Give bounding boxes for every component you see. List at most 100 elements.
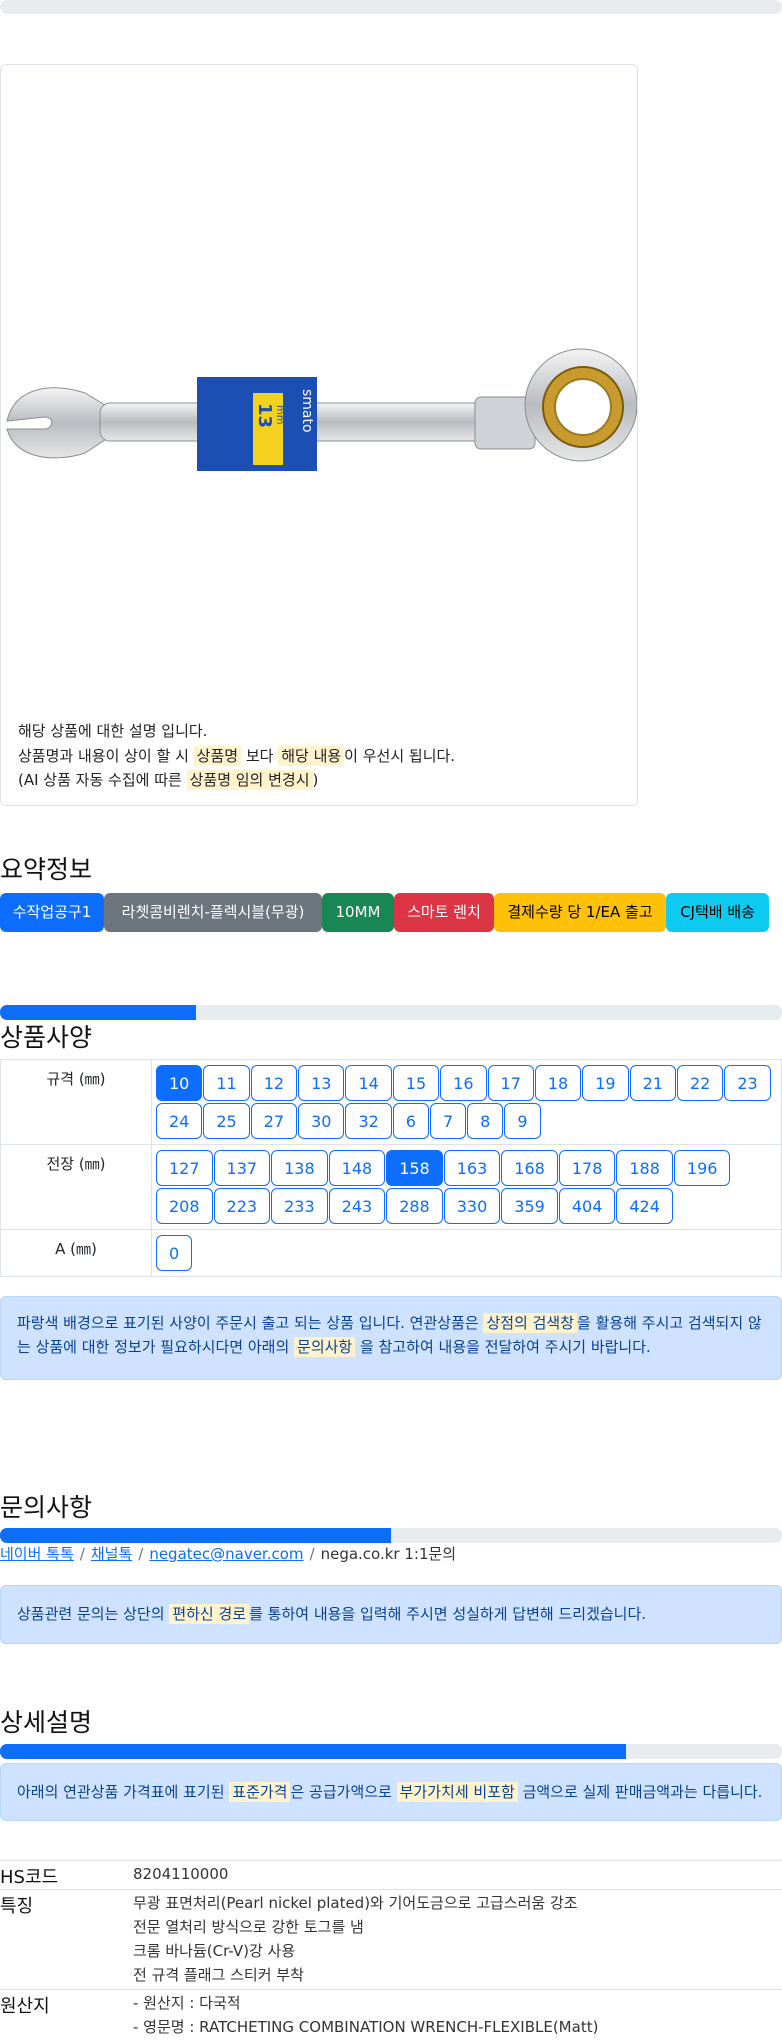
spec-option-button[interactable]: 30	[298, 1103, 344, 1139]
email-link[interactable]: negatec@naver.com	[149, 1545, 303, 1563]
detail-value-line: - 원산지 : 다국적	[133, 1991, 782, 2015]
spec-notice: 파랑색 배경으로 표기된 사양이 주문시 출고 되는 상품 입니다. 연관상품은…	[0, 1296, 782, 1380]
spec-option-button[interactable]: 127	[156, 1150, 213, 1186]
spec-option-button[interactable]: 148	[329, 1150, 386, 1186]
notice-highlight: 표준가격	[229, 1782, 290, 1802]
spec-option-button[interactable]: 21	[630, 1065, 676, 1101]
spec-option-button[interactable]: 223	[214, 1188, 271, 1224]
detail-value-line: 크롬 바나듐(Cr-V)강 사용	[133, 1939, 782, 1963]
inquiry-progress-bar	[0, 1528, 782, 1543]
detail-value: 무광 표면처리(Pearl nickel plated)와 기어도금으로 고급스…	[133, 1890, 782, 1990]
channel-talk-link[interactable]: 채널톡	[91, 1545, 132, 1563]
detail-key: HS코드	[0, 1861, 133, 1890]
spec-label: 규격 (㎜)	[1, 1060, 152, 1145]
spec-label: A (㎜)	[1, 1230, 152, 1277]
desc-line-3: (AI 상품 자동 수집에 따른 상품명 임의 변경시)	[18, 768, 455, 793]
naver-talk-link[interactable]: 네이버 톡톡	[0, 1545, 74, 1563]
inquiry-notice: 상품관련 문의는 상단의 편하신 경로를 통하여 내용을 입력해 주시면 성실하…	[0, 1585, 782, 1644]
notice-highlight: 편하신 경로	[169, 1604, 249, 1624]
spec-option-button[interactable]: 404	[559, 1188, 616, 1224]
spec-option-button[interactable]: 24	[156, 1103, 202, 1139]
notice-text: 을 참고하여 내용을 전달하여 주시기 바랍니다.	[355, 1338, 651, 1356]
detail-row-hs-code: HS코드 8204110000	[0, 1861, 782, 1890]
detail-value-line: 무광 표면처리(Pearl nickel plated)와 기어도금으로 고급스…	[133, 1891, 782, 1915]
detail-value-line: 8204110000	[133, 1862, 782, 1886]
desc-text: )	[313, 771, 319, 789]
desc-text: 이 우선시 됩니다.	[344, 747, 455, 765]
spec-option-button[interactable]: 14	[345, 1065, 391, 1101]
detail-row-features: 특징 무광 표면처리(Pearl nickel plated)와 기어도금으로 …	[0, 1890, 782, 1990]
spec-option-button[interactable]: 163	[444, 1150, 501, 1186]
spec-option-button[interactable]: 330	[444, 1188, 501, 1224]
spec-option-button[interactable]: 138	[271, 1150, 328, 1186]
chip-quantity: 결제수량 당 1/EA 출고	[494, 893, 666, 932]
spec-option-button[interactable]: 158	[386, 1150, 443, 1186]
spec-option-button[interactable]: 23	[724, 1065, 770, 1101]
inquiry-breadcrumb: 네이버 톡톡/채널톡/negatec@naver.com/nega.co.kr …	[0, 1543, 456, 1564]
chip-brand: 스마토 렌치	[394, 893, 494, 932]
spec-option-button[interactable]: 10	[156, 1065, 202, 1101]
notice-highlight: 부가가치세 비포함	[397, 1782, 518, 1802]
spec-option-button[interactable]: 22	[677, 1065, 723, 1101]
spec-option-button[interactable]: 359	[501, 1188, 558, 1224]
desc-text: (AI 상품 자동 수집에 따른	[18, 771, 187, 789]
desc-text: 상품명과 내용이 상이 할 시	[18, 747, 194, 765]
spec-option-button[interactable]: 16	[440, 1065, 486, 1101]
top-progress-bar	[0, 0, 782, 14]
spec-option-button[interactable]: 243	[329, 1188, 386, 1224]
spec-option-button[interactable]: 25	[203, 1103, 249, 1139]
spec-option-button[interactable]: 15	[393, 1065, 439, 1101]
desc-text: 보다	[241, 747, 278, 765]
spec-option-button[interactable]: 11	[203, 1065, 249, 1101]
spec-options: 10111213141516171819212223 24252730326789	[152, 1060, 782, 1145]
spec-option-button[interactable]: 17	[488, 1065, 534, 1101]
detail-progress-fill	[0, 1744, 626, 1759]
detail-progress-bar	[0, 1744, 782, 1759]
detail-notice: 아래의 연관상품 가격표에 표기된 표준가격은 공급가액으로 부가가치세 비포함…	[0, 1763, 782, 1821]
spec-option-button[interactable]: 12	[251, 1065, 297, 1101]
spec-option-button[interactable]: 13	[298, 1065, 344, 1101]
spec-options: 0	[152, 1230, 782, 1277]
notice-text: 를 통하여 내용을 입력해 주시면 성실하게 답변해 드리겠습니다.	[249, 1605, 646, 1623]
spec-option-button[interactable]: 208	[156, 1188, 213, 1224]
spec-option-button[interactable]: 19	[582, 1065, 628, 1101]
spec-option-button[interactable]: 18	[535, 1065, 581, 1101]
chip-category: 수작업공구1	[0, 893, 104, 932]
breadcrumb-separator: /	[74, 1545, 91, 1563]
inquiry-progress-fill	[0, 1528, 391, 1543]
desc-line-1: 해당 상품에 대한 설명 입니다.	[18, 719, 455, 744]
spec-options: 1271371381481581631681781881962082232332…	[152, 1145, 782, 1230]
spec-option-button[interactable]: 196	[674, 1150, 731, 1186]
spec-option-button[interactable]: 8	[467, 1103, 503, 1139]
chip-shipping: CJ택배 배송	[666, 893, 769, 932]
spec-option-button[interactable]: 137	[214, 1150, 271, 1186]
spec-option-button[interactable]: 288	[386, 1188, 443, 1224]
desc-line-2: 상품명과 내용이 상이 할 시 상품명 보다 해당 내용이 우선시 됩니다.	[18, 744, 455, 769]
product-card: smato 13 mm 해당 상품에 대한 설명 입니다. 상품명과 내용이 상…	[0, 64, 638, 806]
spec-option-button[interactable]: 0	[156, 1235, 192, 1271]
notice-text: 파랑색 배경으로 표기된 사양이 주문시 출고 되는 상품 입니다. 연관상품은	[17, 1314, 483, 1332]
chip-product-type: 라쳇콤비렌치-플렉시블(무광)	[104, 893, 322, 932]
spec-option-button[interactable]: 178	[559, 1150, 616, 1186]
spec-option-button[interactable]: 188	[616, 1150, 673, 1186]
spec-option-button[interactable]: 233	[271, 1188, 328, 1224]
spec-progress-bar	[0, 1005, 782, 1020]
desc-highlight: 해당 내용	[278, 746, 344, 766]
detail-table: HS코드 8204110000 특징 무광 표면처리(Pearl nickel …	[0, 1860, 782, 2041]
spec-option-button[interactable]: 6	[393, 1103, 429, 1139]
spec-row: A (㎜) 0	[1, 1230, 782, 1277]
notice-highlight: 문의사항	[294, 1337, 355, 1357]
spec-option-button[interactable]: 424	[616, 1188, 673, 1224]
spec-option-button[interactable]: 7	[430, 1103, 466, 1139]
spec-option-button[interactable]: 32	[345, 1103, 391, 1139]
spec-table: 규격 (㎜) 101112131415161718192122232425273…	[0, 1059, 782, 1277]
breadcrumb-separator: /	[304, 1545, 321, 1563]
spec-option-button[interactable]: 27	[251, 1103, 297, 1139]
spec-option-button[interactable]: 9	[504, 1103, 540, 1139]
chip-size: 10MM	[322, 893, 394, 932]
spec-option-button[interactable]: 168	[501, 1150, 558, 1186]
detail-value-line: 전문 열처리 방식으로 강한 토그를 냄	[133, 1915, 782, 1939]
summary-title: 요약정보	[0, 850, 92, 886]
label-brand-text: smato	[299, 389, 315, 433]
summary-chips: 수작업공구1 라쳇콤비렌치-플렉시블(무광) 10MM 스마토 렌치 결제수량 …	[0, 893, 782, 933]
